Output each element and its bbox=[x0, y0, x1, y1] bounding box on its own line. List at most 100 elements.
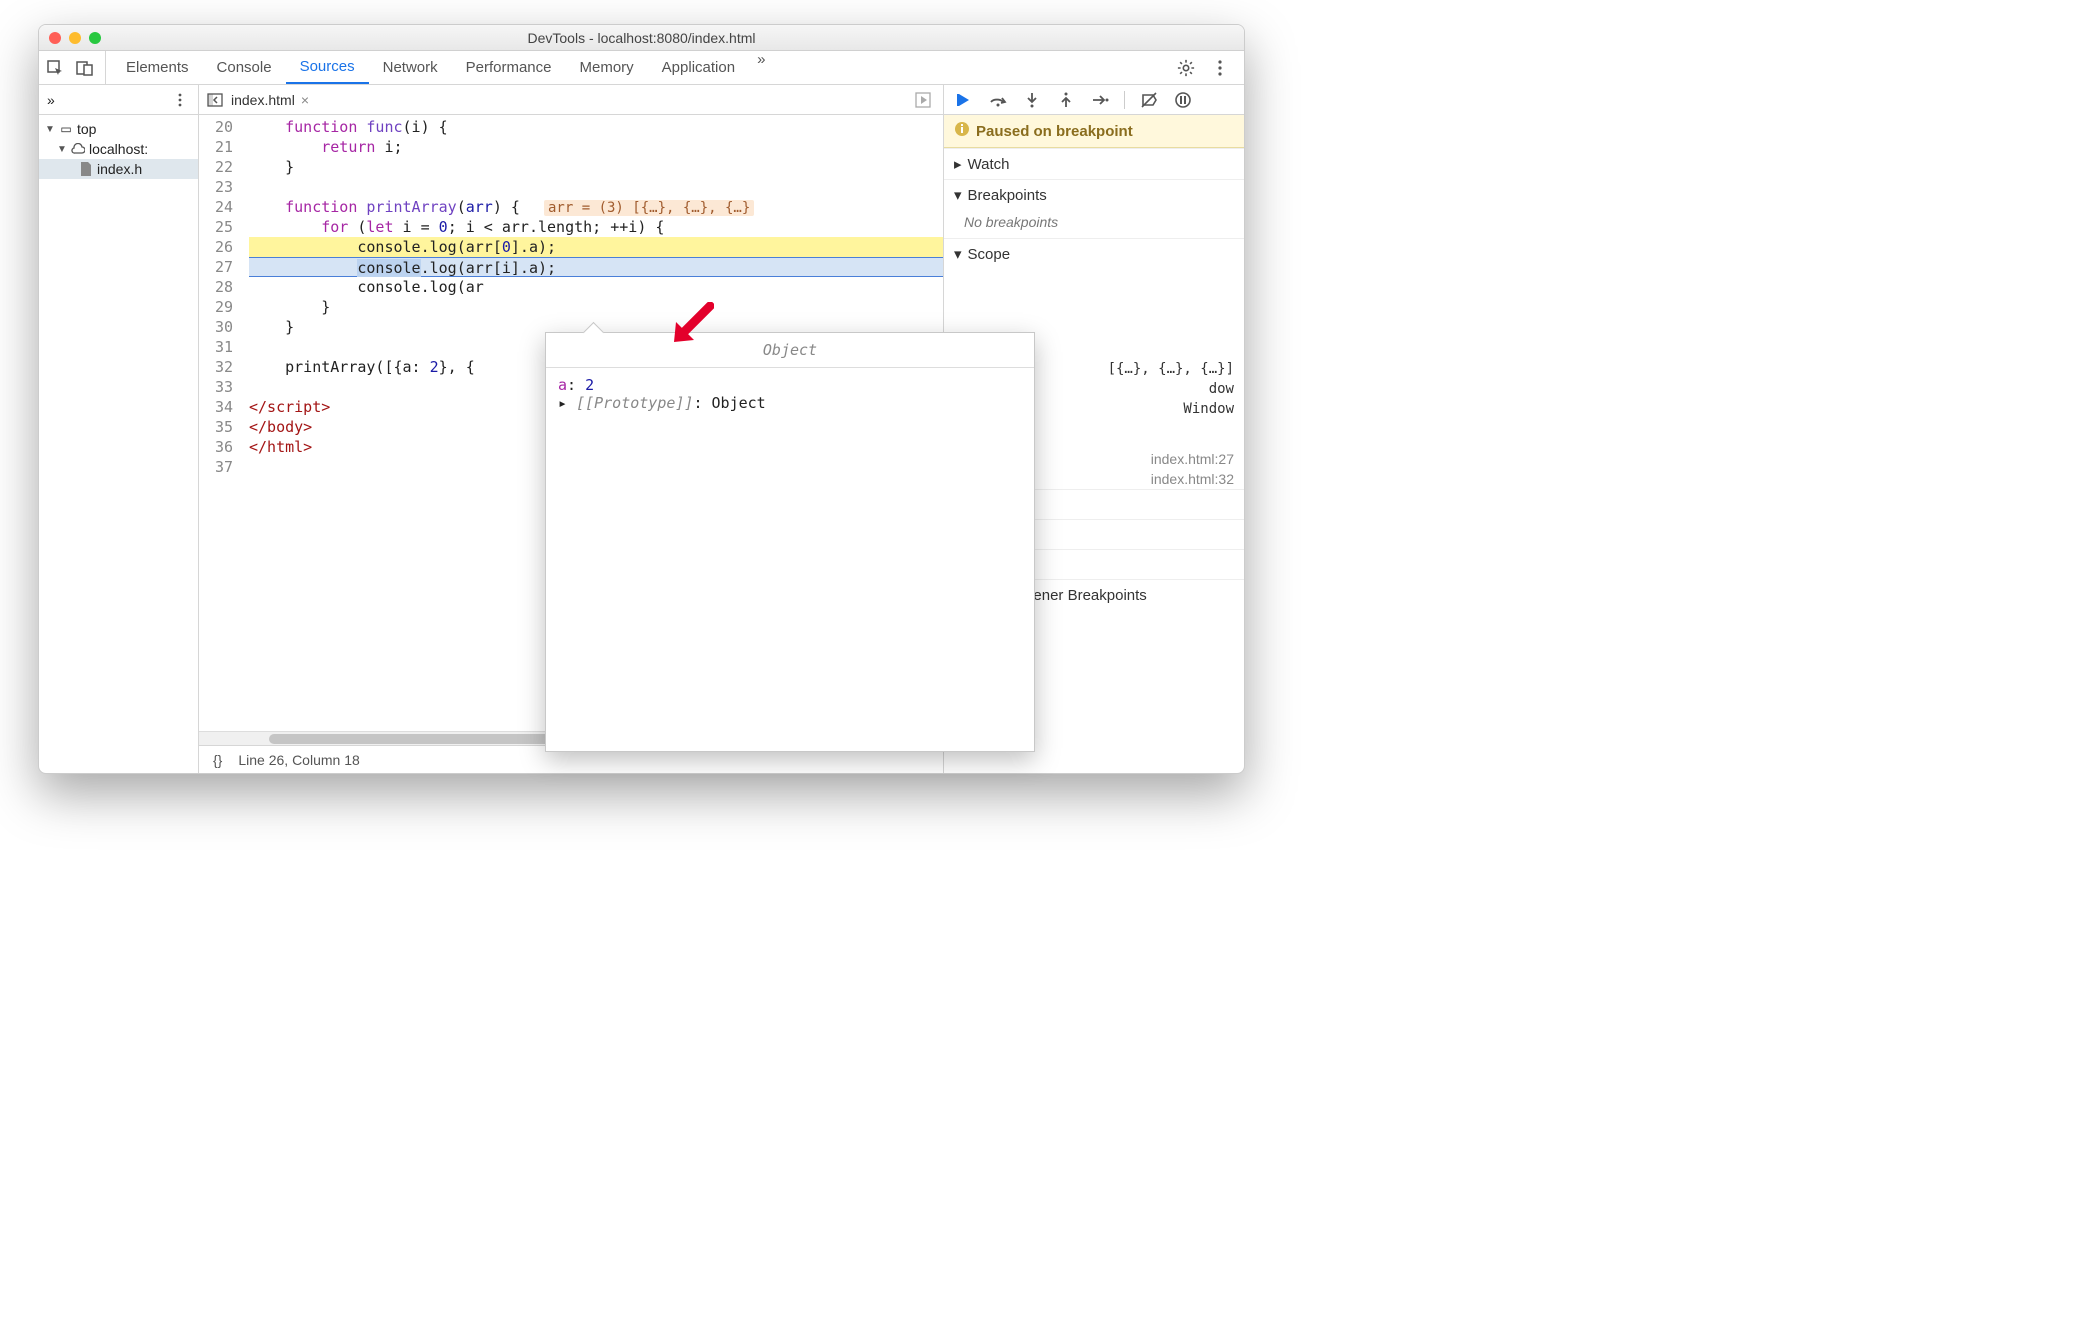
cursor-position: Line 26, Column 18 bbox=[238, 752, 359, 768]
editor-tab-close-icon[interactable]: × bbox=[301, 92, 309, 108]
tree-top-frame[interactable]: ▼ ▭ top bbox=[39, 119, 198, 139]
line-number[interactable]: 31 bbox=[199, 337, 233, 357]
disclosure-triangle-icon: ▾ bbox=[954, 186, 962, 204]
line-number[interactable]: 32 bbox=[199, 357, 233, 377]
line-number[interactable]: 21 bbox=[199, 137, 233, 157]
code-line[interactable]: for (let i = 0; i < arr.length; ++i) { bbox=[249, 217, 943, 237]
line-number[interactable]: 33 bbox=[199, 377, 233, 397]
value-hover-popup: Object a: 2 ▸ [[Prototype]]: Object bbox=[545, 332, 1035, 752]
editor-tab-label: index.html bbox=[231, 92, 295, 108]
line-number[interactable]: 37 bbox=[199, 457, 233, 477]
watch-section-header[interactable]: ▸ Watch bbox=[944, 148, 1244, 179]
run-snippet-icon[interactable] bbox=[913, 90, 933, 110]
disclosure-triangle-icon: ▾ bbox=[954, 245, 962, 263]
navigator-menu-icon[interactable] bbox=[170, 90, 190, 110]
paused-banner-text: Paused on breakpoint bbox=[976, 123, 1133, 140]
line-number[interactable]: 23 bbox=[199, 177, 233, 197]
object-prototype-row[interactable]: ▸ [[Prototype]]: Object bbox=[558, 394, 1022, 412]
section-label: Breakpoints bbox=[968, 187, 1047, 204]
info-icon bbox=[954, 121, 970, 141]
frame-icon: ▭ bbox=[59, 122, 73, 136]
tabs-overflow-button[interactable]: » bbox=[757, 51, 765, 84]
code-line[interactable]: } bbox=[249, 157, 943, 177]
titlebar: DevTools - localhost:8080/index.html bbox=[39, 25, 1244, 51]
property-key: a bbox=[558, 376, 567, 394]
editor-tab-indexhtml[interactable]: index.html × bbox=[225, 92, 315, 108]
editor-tabstrip: index.html × bbox=[199, 85, 943, 115]
step-out-button[interactable] bbox=[1056, 90, 1076, 110]
tree-label: index.h bbox=[97, 161, 142, 177]
code-line[interactable]: function func(i) { bbox=[249, 117, 943, 137]
paused-banner: Paused on breakpoint bbox=[944, 115, 1244, 148]
devtools-toolbar: Elements Console Sources Network Perform… bbox=[39, 51, 1244, 85]
line-number[interactable]: 29 bbox=[199, 297, 233, 317]
code-line[interactable]: return i; bbox=[249, 137, 943, 157]
code-line[interactable] bbox=[249, 177, 943, 197]
line-number[interactable]: 24 bbox=[199, 197, 233, 217]
pause-on-exceptions-button[interactable] bbox=[1173, 90, 1193, 110]
hover-popup-title: Object bbox=[546, 333, 1034, 368]
file-icon bbox=[79, 162, 93, 176]
breakpoints-section-header[interactable]: ▾ Breakpoints bbox=[944, 179, 1244, 210]
section-label: Scope bbox=[968, 246, 1011, 263]
hover-popup-body: a: 2 ▸ [[Prototype]]: Object bbox=[546, 368, 1034, 420]
tab-console[interactable]: Console bbox=[203, 51, 286, 84]
debugger-controls bbox=[944, 85, 1244, 115]
line-number[interactable]: 27 bbox=[199, 257, 233, 277]
step-button[interactable] bbox=[1090, 90, 1110, 110]
code-line[interactable]: console.log(arr[i].a); bbox=[249, 257, 943, 277]
line-number[interactable]: 22 bbox=[199, 157, 233, 177]
callstack-location: index.html:27 bbox=[1151, 451, 1234, 467]
line-gutter: 202122232425262728293031323334353637 bbox=[199, 115, 239, 731]
step-into-button[interactable] bbox=[1022, 90, 1042, 110]
breakpoints-empty-text: No breakpoints bbox=[944, 210, 1244, 238]
inspect-element-icon[interactable] bbox=[45, 58, 65, 78]
prototype-value: Object bbox=[712, 394, 766, 412]
code-line[interactable]: } bbox=[249, 297, 943, 317]
line-number[interactable]: 28 bbox=[199, 277, 233, 297]
disclosure-triangle-icon[interactable]: ▼ bbox=[45, 124, 55, 135]
line-number[interactable]: 36 bbox=[199, 437, 233, 457]
step-over-button[interactable] bbox=[988, 90, 1008, 110]
tree-file-indexhtml[interactable]: index.h bbox=[39, 159, 198, 179]
tab-sources[interactable]: Sources bbox=[286, 51, 369, 84]
line-number[interactable]: 26 bbox=[199, 237, 233, 257]
braces-icon[interactable]: {} bbox=[213, 752, 222, 768]
kebab-menu-icon[interactable] bbox=[1210, 58, 1230, 78]
line-number[interactable]: 25 bbox=[199, 217, 233, 237]
line-number[interactable]: 30 bbox=[199, 317, 233, 337]
toggle-navigator-icon[interactable] bbox=[205, 90, 225, 110]
tab-memory[interactable]: Memory bbox=[566, 51, 648, 84]
line-number[interactable]: 34 bbox=[199, 397, 233, 417]
tab-elements[interactable]: Elements bbox=[112, 51, 203, 84]
panel-tabs: Elements Console Sources Network Perform… bbox=[112, 51, 765, 84]
tab-performance[interactable]: Performance bbox=[452, 51, 566, 84]
disclosure-triangle-icon[interactable]: ▼ bbox=[57, 144, 67, 155]
file-navigator: » ▼ ▭ top ▼ localhost: bbox=[39, 85, 199, 773]
tab-network[interactable]: Network bbox=[369, 51, 452, 84]
line-number[interactable]: 20 bbox=[199, 117, 233, 137]
code-line[interactable]: console.log(ar bbox=[249, 277, 943, 297]
tree-label: top bbox=[77, 121, 96, 137]
cloud-icon bbox=[71, 142, 85, 156]
deactivate-breakpoints-button[interactable] bbox=[1139, 90, 1159, 110]
prototype-key: [[Prototype]] bbox=[576, 394, 693, 412]
disclosure-triangle-icon[interactable]: ▸ bbox=[558, 394, 567, 412]
file-tree: ▼ ▭ top ▼ localhost: index.h bbox=[39, 115, 198, 183]
scope-section-header[interactable]: ▾ Scope bbox=[944, 238, 1244, 269]
window-title: DevTools - localhost:8080/index.html bbox=[39, 30, 1244, 46]
resume-button[interactable] bbox=[954, 90, 974, 110]
navigator-overflow[interactable]: » bbox=[47, 92, 55, 108]
disclosure-triangle-icon: ▸ bbox=[954, 155, 962, 173]
line-number[interactable]: 35 bbox=[199, 417, 233, 437]
object-property-row[interactable]: a: 2 bbox=[558, 376, 1022, 394]
section-label: Watch bbox=[968, 156, 1010, 173]
property-value: 2 bbox=[585, 376, 594, 394]
device-toolbar-icon[interactable] bbox=[75, 58, 95, 78]
tree-origin[interactable]: ▼ localhost: bbox=[39, 139, 198, 159]
tree-label: localhost: bbox=[89, 141, 148, 157]
code-line[interactable]: console.log(arr[0].a); bbox=[249, 237, 943, 257]
code-line[interactable]: function printArray(arr) { arr = (3) [{…… bbox=[249, 197, 943, 217]
settings-icon[interactable] bbox=[1176, 58, 1196, 78]
tab-application[interactable]: Application bbox=[648, 51, 749, 84]
